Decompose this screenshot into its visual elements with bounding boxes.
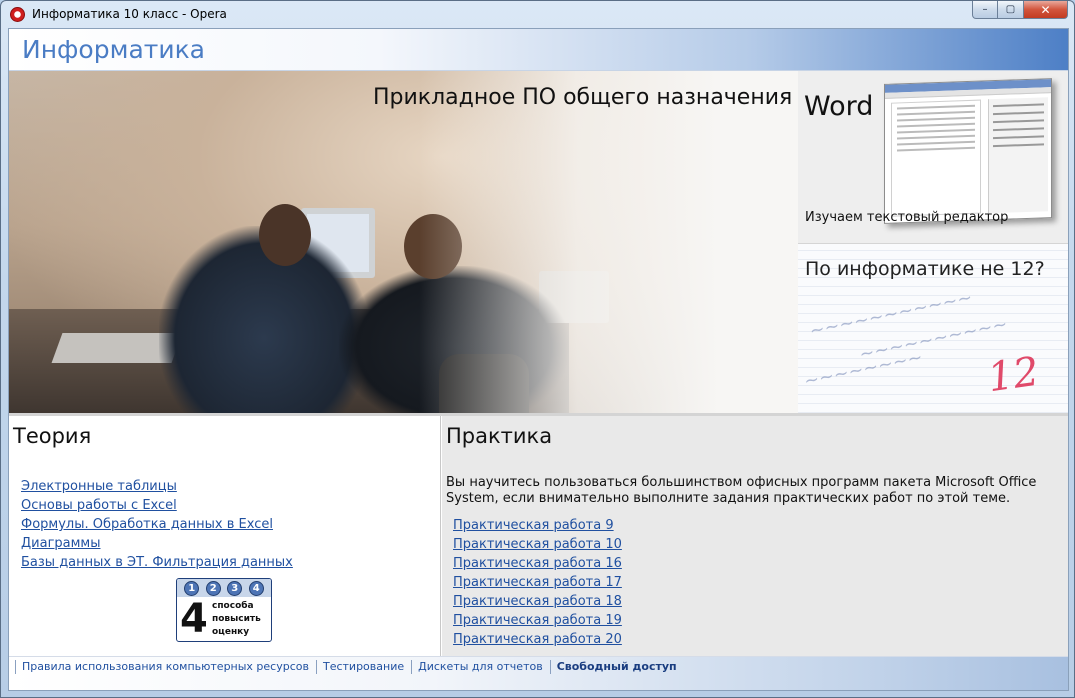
theory-panel: Теория Электронные таблицы Основы работы… <box>9 416 441 656</box>
window-title: Информатика 10 класс - Opera <box>32 7 227 21</box>
practice-link[interactable]: Практическая работа 9 <box>453 518 614 533</box>
banner-heading: Прикладное ПО общего назначения <box>373 85 793 110</box>
badge-step-dot: 4 <box>248 580 264 596</box>
footer-link-free-access[interactable]: Свободный доступ <box>549 660 684 674</box>
practice-link[interactable]: Практическая работа 10 <box>453 537 622 552</box>
grade-promo[interactable]: ~~~~~~~~~~~ ~~~~~~~~~~ ~~~~~~~~ По инфор… <box>798 243 1068 413</box>
hero-banner: Прикладное ПО общего назначения <box>9 71 798 413</box>
practice-link[interactable]: Практическая работа 20 <box>453 632 622 647</box>
title-bar[interactable]: Информатика 10 класс - Opera – ▢ ✕ <box>1 1 1074 28</box>
footer-link-testing[interactable]: Тестирование <box>315 660 411 674</box>
theory-link[interactable]: Электронные таблицы <box>21 479 177 494</box>
footer-link-rules[interactable]: Правила использования компьютерных ресур… <box>15 660 316 674</box>
browser-window: Информатика 10 класс - Opera – ▢ ✕ Инфор… <box>0 0 1075 698</box>
word-screenshot-image <box>884 78 1052 224</box>
word-label: Word <box>804 91 874 122</box>
window-controls: – ▢ ✕ <box>972 1 1068 19</box>
close-button[interactable]: ✕ <box>1024 1 1068 19</box>
practice-title: Практика <box>446 424 553 448</box>
site-header: Информатика <box>9 29 1068 71</box>
practice-link-list: Практическая работа 9 Практическая работ… <box>453 514 622 647</box>
grade-promo-title: По информатике не 12? <box>805 258 1045 280</box>
badge-step-dot: 3 <box>227 580 243 596</box>
theory-title: Теория <box>13 424 92 448</box>
practice-link[interactable]: Практическая работа 16 <box>453 556 622 571</box>
page-content: Информатика Прикладное ПО общего назначе… <box>8 28 1069 691</box>
grade-mark-image: 12 <box>985 348 1042 402</box>
practice-panel: Практика Вы научитесь пользоваться больш… <box>442 416 1068 656</box>
theory-link[interactable]: Основы работы с Excel <box>21 498 177 513</box>
footer-nav: Правила использования компьютерных ресур… <box>15 660 684 674</box>
badge-number: 4 <box>180 596 208 642</box>
word-promo[interactable]: Word Изучаем текстовый редактор <box>798 71 1068 243</box>
practice-link[interactable]: Практическая работа 18 <box>453 594 622 609</box>
theory-link[interactable]: Диаграммы <box>21 536 101 551</box>
footer-nav-bar: Правила использования компьютерных ресур… <box>9 656 1068 690</box>
badge-step-dot: 1 <box>184 580 200 596</box>
theory-link[interactable]: Базы данных в ЭТ. Фильтрация данных <box>21 555 293 570</box>
badge-step-dot: 2 <box>205 580 221 596</box>
theory-link-list: Электронные таблицы Основы работы с Exce… <box>21 475 293 570</box>
footer-link-diskettes[interactable]: Дискеты для отчетов <box>411 660 550 674</box>
practice-link[interactable]: Практическая работа 17 <box>453 575 622 590</box>
opera-logo-icon <box>10 7 25 22</box>
practice-description: Вы научитесь пользоваться большинством о… <box>446 475 1037 506</box>
minimize-button[interactable]: – <box>972 1 998 19</box>
site-title: Информатика <box>22 35 205 64</box>
promo-column: Word Изучаем текстовый редактор ~~~~~~~~… <box>798 71 1068 413</box>
theory-link[interactable]: Формулы. Обработка данных в Excel <box>21 517 273 532</box>
maximize-button[interactable]: ▢ <box>998 1 1024 19</box>
practice-link[interactable]: Практическая работа 19 <box>453 613 622 628</box>
four-ways-badge[interactable]: 1 2 3 4 4 способа повысить оценку <box>176 578 272 642</box>
badge-text: способа повысить оценку <box>212 601 261 637</box>
word-caption: Изучаем текстовый редактор <box>805 210 1009 225</box>
